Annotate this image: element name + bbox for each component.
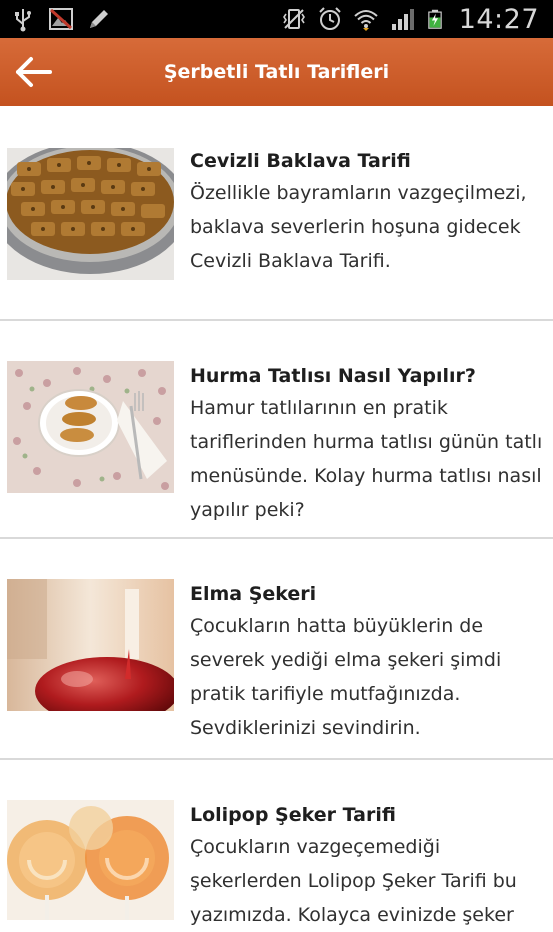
recipe-title: Cevizli Baklava Tarifi xyxy=(190,150,411,172)
baklava-photo xyxy=(7,148,174,280)
recipe-description: Çocukların hatta büyüklerin de severek y… xyxy=(190,615,502,739)
list-item-text: Elma Şekeri Çocukların hatta büyüklerin … xyxy=(190,579,547,745)
alarm-icon xyxy=(318,7,341,30)
battery-charging-icon xyxy=(427,9,442,29)
list-item-text: Lolipop Şeker Tarifi Çocukların vazgeçem… xyxy=(190,800,547,932)
status-bar-system: 14:27 xyxy=(281,0,539,38)
list-item[interactable]: Lolipop Şeker Tarifi Çocukların vazgeçem… xyxy=(0,760,553,926)
recipe-description: Hamur tatlılarının en pratik tariflerind… xyxy=(190,397,543,521)
status-time: 14:27 xyxy=(458,3,539,35)
pencil-icon xyxy=(90,10,108,28)
page-title: Şerbetli Tatlı Tarifleri xyxy=(163,61,390,83)
recipe-title: Hurma Tatlısı Nasıl Yapılır? xyxy=(190,365,476,387)
action-bar: Şerbetli Tatlı Tarifleri xyxy=(0,38,553,106)
blocked-image-icon xyxy=(49,8,73,30)
recipe-description: Özellikle bayramların vazgeçilmezi, bakl… xyxy=(190,182,527,272)
status-bar: 14:27 xyxy=(0,0,553,38)
back-button[interactable] xyxy=(10,52,56,92)
list-item-text: Cevizli Baklava Tarifi Özellikle bayraml… xyxy=(190,146,547,278)
recipe-list: Cevizli Baklava Tarifi Özellikle bayraml… xyxy=(0,106,553,926)
list-item[interactable]: Elma Şekeri Çocukların hatta büyüklerin … xyxy=(0,539,553,760)
hurma-tatlisi-photo xyxy=(7,361,174,493)
arrow-left-icon xyxy=(16,57,52,87)
recipe-title: Lolipop Şeker Tarifi xyxy=(190,804,396,826)
recipe-title: Elma Şekeri xyxy=(190,583,317,605)
wifi-icon xyxy=(354,10,378,31)
recipe-description: Çocukların vazgeçemediği şekerlerden Lol… xyxy=(190,836,517,926)
vibrate-icon xyxy=(282,9,305,29)
status-bar-notifications xyxy=(10,4,112,34)
usb-icon xyxy=(15,9,31,32)
elma-sekeri-photo xyxy=(7,579,174,711)
lolipop-photo xyxy=(7,800,174,920)
signal-icon xyxy=(391,9,414,30)
list-item-text: Hurma Tatlısı Nasıl Yapılır? Hamur tatlı… xyxy=(190,361,547,527)
list-item[interactable]: Cevizli Baklava Tarifi Özellikle bayraml… xyxy=(0,106,553,321)
list-item[interactable]: Hurma Tatlısı Nasıl Yapılır? Hamur tatlı… xyxy=(0,321,553,539)
